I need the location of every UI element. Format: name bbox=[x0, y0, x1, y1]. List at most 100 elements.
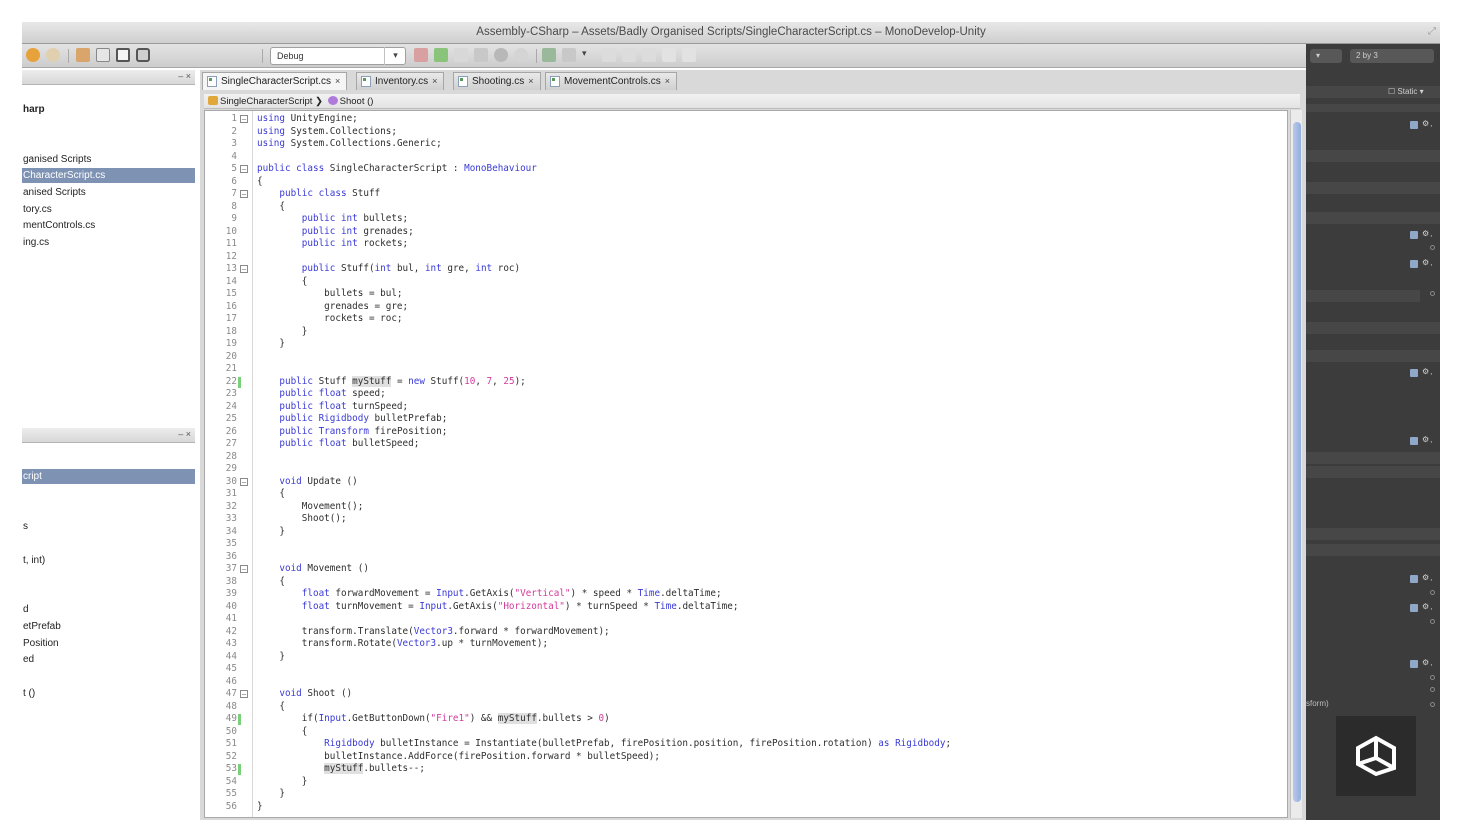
close-icon[interactable]: × bbox=[665, 76, 670, 86]
code-line[interactable]: 28 bbox=[205, 451, 1285, 464]
code-line[interactable]: 8 { bbox=[205, 201, 1285, 214]
step-out-icon[interactable] bbox=[642, 48, 656, 62]
code-line[interactable]: 9 public int bullets; bbox=[205, 213, 1285, 226]
tab-shooting[interactable]: Shooting.cs × bbox=[453, 72, 541, 90]
fold-toggle-icon[interactable]: – bbox=[240, 690, 248, 698]
copy-icon[interactable] bbox=[96, 48, 110, 62]
code-line[interactable]: 38 { bbox=[205, 576, 1285, 589]
object-picker-icon[interactable] bbox=[1430, 245, 1435, 250]
close-icon[interactable]: × bbox=[335, 76, 340, 86]
code-line[interactable]: 13– public Stuff(int bul, int gre, int r… bbox=[205, 263, 1285, 276]
inspector-field[interactable] bbox=[1306, 150, 1440, 162]
close-icon[interactable]: ‒ × bbox=[178, 429, 191, 439]
code-line[interactable]: 15 bullets = bul; bbox=[205, 288, 1285, 301]
component-settings-icon[interactable]: ⚙, bbox=[1410, 602, 1436, 613]
fold-toggle-icon[interactable]: – bbox=[240, 190, 248, 198]
close-icon[interactable]: × bbox=[432, 76, 437, 86]
code-line[interactable]: 23 public float speed; bbox=[205, 388, 1285, 401]
cut-icon[interactable] bbox=[76, 48, 90, 62]
pause-icon[interactable] bbox=[662, 48, 676, 62]
code-line[interactable]: 24 public float turnSpeed; bbox=[205, 401, 1285, 414]
object-picker-icon[interactable] bbox=[1430, 702, 1435, 707]
save-icon[interactable] bbox=[136, 48, 150, 62]
continue-icon[interactable] bbox=[682, 48, 696, 62]
code-line[interactable]: 6{ bbox=[205, 176, 1285, 189]
code-line[interactable]: 30– void Update () bbox=[205, 476, 1285, 489]
code-line[interactable]: 5– public class SingleCharacterScript : M… bbox=[205, 163, 1285, 176]
solution-item[interactable]: ing.cs bbox=[22, 235, 195, 250]
inspector-field[interactable] bbox=[1306, 466, 1440, 478]
code-line[interactable]: 36 bbox=[205, 551, 1285, 564]
solution-item-selected[interactable]: CharacterScript.cs bbox=[22, 168, 195, 183]
code-line[interactable]: 45 bbox=[205, 663, 1285, 676]
inspector-field[interactable] bbox=[1306, 322, 1440, 334]
component-settings-icon[interactable]: ⚙, bbox=[1410, 435, 1436, 446]
inspector-field[interactable] bbox=[1306, 182, 1440, 194]
code-line[interactable]: 39 float forwardMovement = Input.GetAxis… bbox=[205, 588, 1285, 601]
code-line[interactable]: 56} bbox=[205, 801, 1285, 814]
code-line[interactable]: 25 public Rigidbody bulletPrefab; bbox=[205, 413, 1285, 426]
breadcrumb-class[interactable]: SingleCharacterScript bbox=[220, 96, 312, 107]
component-settings-icon[interactable]: ⚙, bbox=[1410, 119, 1436, 130]
code-line[interactable]: 44 } bbox=[205, 651, 1285, 664]
code-line[interactable]: 7– public class Stuff bbox=[205, 188, 1285, 201]
fold-toggle-icon[interactable]: – bbox=[240, 165, 248, 173]
inspector-field[interactable] bbox=[1306, 104, 1440, 112]
code-line[interactable]: 4 bbox=[205, 151, 1285, 164]
breakpoint-icon[interactable] bbox=[542, 48, 556, 62]
chevron-down-icon[interactable]: ▾ bbox=[384, 47, 406, 65]
code-line[interactable]: 55 } bbox=[205, 788, 1285, 801]
solution-item[interactable]: anised Scripts bbox=[22, 185, 195, 200]
fold-toggle-icon[interactable]: – bbox=[240, 265, 248, 273]
run-icon[interactable] bbox=[454, 48, 468, 62]
code-line[interactable]: 48 { bbox=[205, 701, 1285, 714]
code-line[interactable]: 16 grenades = gre; bbox=[205, 301, 1285, 314]
code-line[interactable]: 1– using UnityEngine; bbox=[205, 113, 1285, 126]
component-settings-icon[interactable]: ⚙, bbox=[1410, 229, 1436, 240]
code-line[interactable]: 14 { bbox=[205, 276, 1285, 289]
inspector-field[interactable] bbox=[1306, 212, 1440, 224]
step-into-icon[interactable] bbox=[622, 48, 636, 62]
step-icon[interactable] bbox=[474, 48, 488, 62]
solution-item[interactable]: mentControls.cs bbox=[22, 218, 195, 233]
component-settings-icon[interactable]: ⚙, bbox=[1410, 573, 1436, 584]
attach-icon[interactable] bbox=[494, 48, 508, 62]
code-line[interactable]: 41 bbox=[205, 613, 1285, 626]
outline-item[interactable]: etPrefab bbox=[22, 619, 195, 634]
debug-icon[interactable] bbox=[562, 48, 576, 62]
code-line[interactable]: 20 bbox=[205, 351, 1285, 364]
outline-item[interactable]: t () bbox=[22, 686, 195, 701]
stop-icon[interactable] bbox=[514, 48, 528, 62]
resize-icon[interactable]: ⤢ bbox=[1428, 26, 1436, 37]
fold-toggle-icon[interactable]: – bbox=[240, 565, 248, 573]
chevron-down-icon[interactable]: ▾ bbox=[582, 48, 596, 62]
code-line[interactable]: 31 { bbox=[205, 488, 1285, 501]
code-line[interactable]: 46 bbox=[205, 676, 1285, 689]
code-line[interactable]: 53 myStuff.bullets--; bbox=[205, 763, 1285, 776]
code-line[interactable]: 32 Movement(); bbox=[205, 501, 1285, 514]
code-line[interactable]: 3 using System.Collections.Generic; bbox=[205, 138, 1285, 151]
object-picker-icon[interactable] bbox=[1430, 675, 1435, 680]
object-picker-icon[interactable] bbox=[1430, 687, 1435, 692]
code-line[interactable]: 52 bulletInstance.AddForce(firePosition.… bbox=[205, 751, 1285, 764]
tab-singlecharacterscript[interactable]: SingleCharacterScript.cs × bbox=[202, 72, 348, 90]
code-line[interactable]: 54 } bbox=[205, 776, 1285, 789]
code-line[interactable]: 43 transform.Rotate(Vector3.up * turnMov… bbox=[205, 638, 1285, 651]
object-picker-icon[interactable] bbox=[1430, 590, 1435, 595]
code-line[interactable]: 50 { bbox=[205, 726, 1285, 739]
object-picker-icon[interactable] bbox=[1430, 291, 1435, 296]
code-line[interactable]: 40 float turnMovement = Input.GetAxis("H… bbox=[205, 601, 1285, 614]
code-line[interactable]: 2 using System.Collections; bbox=[205, 126, 1285, 139]
code-line[interactable]: 29 bbox=[205, 463, 1285, 476]
inspector-field[interactable] bbox=[1306, 528, 1440, 540]
component-settings-icon[interactable]: ⚙, bbox=[1410, 658, 1436, 669]
back-arrow-icon[interactable] bbox=[26, 48, 40, 62]
code-line[interactable]: 34 } bbox=[205, 526, 1285, 539]
code-line[interactable]: 42 transform.Translate(Vector3.forward *… bbox=[205, 626, 1285, 639]
forward-arrow-icon[interactable] bbox=[46, 48, 60, 62]
outline-item[interactable]: t, int) bbox=[22, 553, 195, 568]
code-line[interactable]: 26 public Transform firePosition; bbox=[205, 426, 1285, 439]
inspector-field[interactable] bbox=[1306, 290, 1420, 302]
code-line[interactable]: 19 } bbox=[205, 338, 1285, 351]
code-line[interactable]: 22 public Stuff myStuff = new Stuff(10, … bbox=[205, 375, 1285, 389]
